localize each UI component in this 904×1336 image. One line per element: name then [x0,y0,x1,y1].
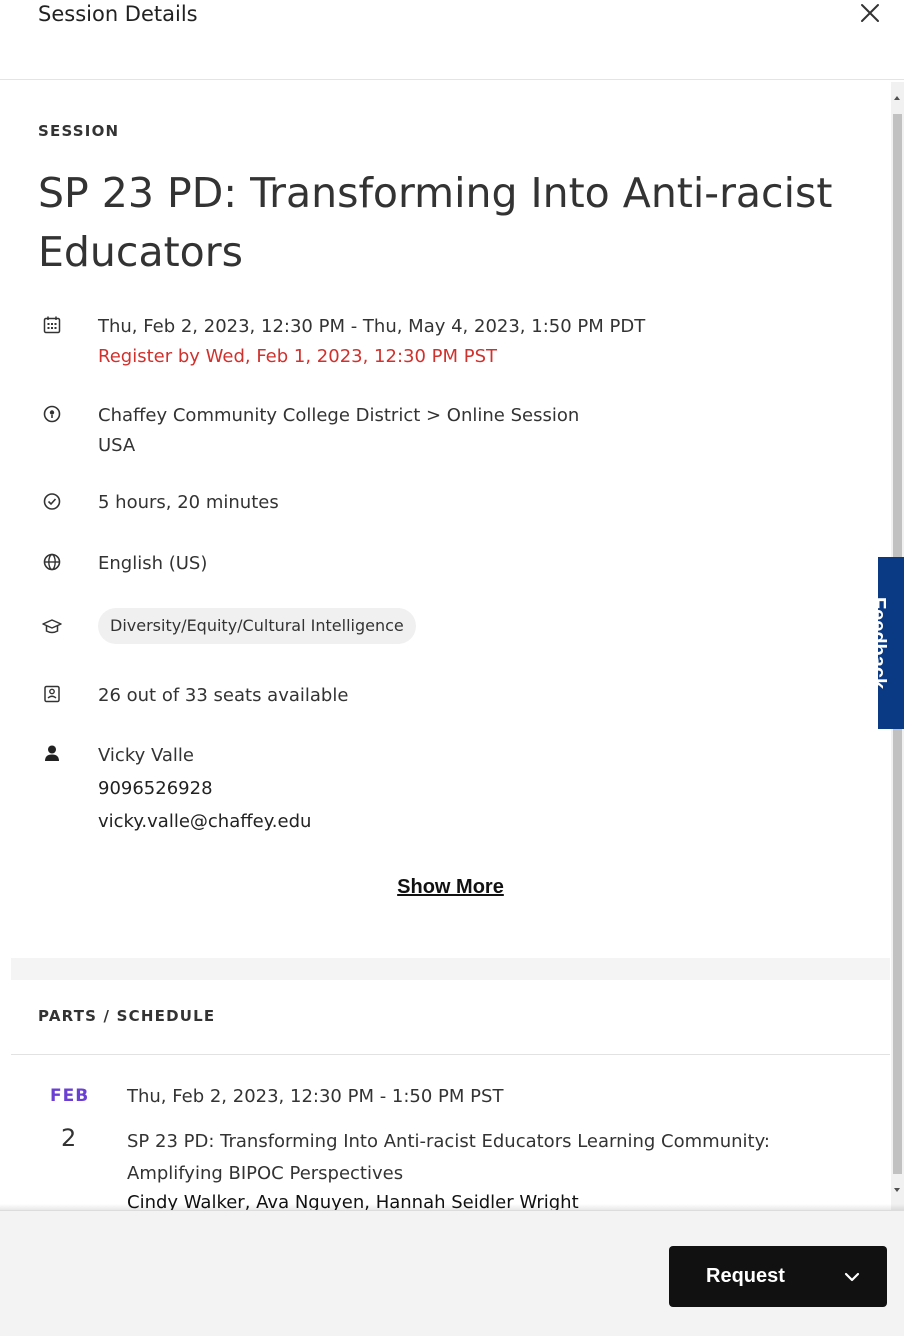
dialog-footer: Request [0,1210,904,1336]
close-icon [861,4,879,22]
session-scroll-area[interactable]: SESSION SP 23 PD: Transforming Into Anti… [11,82,890,1210]
feedback-tab[interactable]: Feedback [876,557,904,729]
graduation-cap-icon [41,616,63,638]
session-eyebrow: SESSION [38,122,120,140]
chevron-down-icon[interactable] [843,1268,861,1286]
session-duration: 5 hours, 20 minutes [98,492,279,513]
seats-available: 26 out of 33 seats available [98,685,349,706]
dialog-title: Session Details [38,2,198,26]
show-more-container: Show More [11,876,890,899]
register-deadline: Register by Wed, Feb 1, 2023, 12:30 PM P… [98,346,498,367]
category-tag: Diversity/Equity/Cultural Intelligence [98,608,416,644]
location-pin-icon [41,403,63,425]
request-button[interactable]: Request [669,1246,887,1307]
parts-schedule-card: PARTS / SCHEDULE FEB 2 Thu, Feb 2, 2023,… [11,980,890,1210]
part-time: Thu, Feb 2, 2023, 12:30 PM - 1:50 PM PST [127,1086,504,1107]
show-more-link[interactable]: Show More [397,876,504,898]
parts-divider [11,1054,890,1055]
location-line-2: USA [98,435,136,456]
part-day: 2 [61,1124,77,1152]
session-card: SESSION SP 23 PD: Transforming Into Anti… [11,82,890,958]
person-icon [41,743,63,765]
session-title: SP 23 PD: Transforming Into Anti-racist … [38,169,833,276]
session-language: English (US) [98,553,208,574]
contact-phone: 9096526928 [98,778,213,799]
scroll-down-arrow[interactable] [894,1188,900,1192]
part-title: SP 23 PD: Transforming Into Anti-racist … [127,1131,770,1184]
contact-email: vicky.valle@chaffey.edu [98,811,312,832]
calendar-icon [41,314,63,336]
dialog-header: Session Details [0,0,904,80]
parts-heading: PARTS / SCHEDULE [38,1007,216,1025]
clock-icon [41,490,63,512]
scroll-up-arrow[interactable] [894,96,900,100]
close-button[interactable] [852,0,886,30]
seat-icon [41,683,63,705]
globe-icon [41,551,63,573]
session-datetime: Thu, Feb 2, 2023, 12:30 PM - Thu, May 4,… [98,316,646,337]
request-button-label: Request [706,1265,785,1287]
location-line-1: Chaffey Community College District > Onl… [98,405,580,426]
feedback-label: Feedback [876,596,889,690]
contact-name: Vicky Valle [98,745,194,766]
part-month: FEB [50,1086,90,1106]
